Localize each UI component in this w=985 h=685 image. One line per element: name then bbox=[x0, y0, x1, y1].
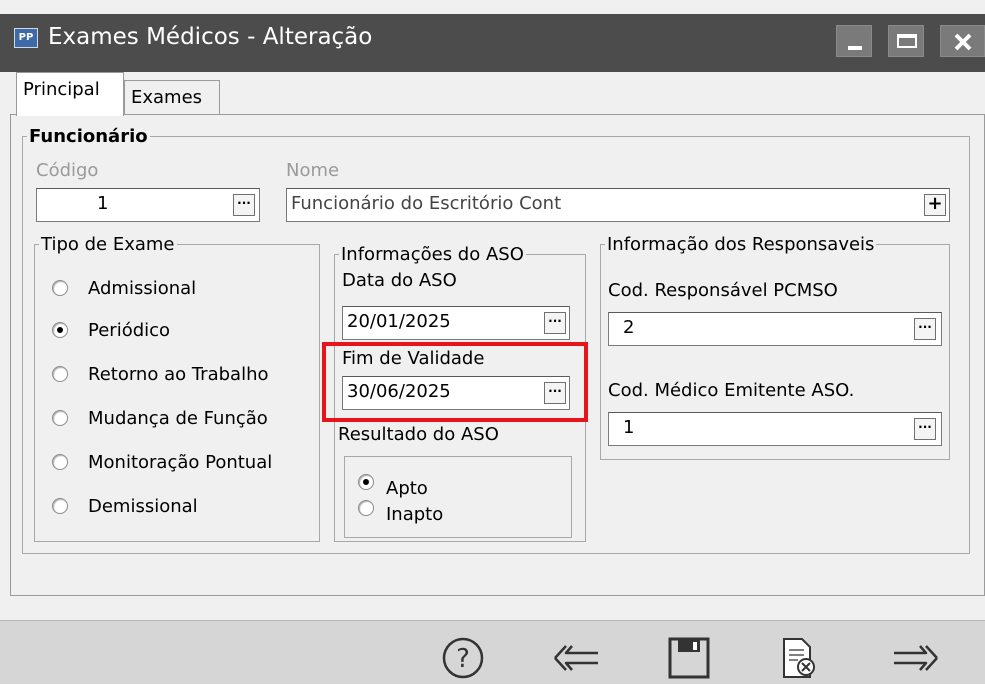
svg-text:?: ? bbox=[456, 644, 470, 674]
radio-apto[interactable] bbox=[358, 474, 374, 490]
medico-field[interactable]: 1 bbox=[608, 412, 942, 446]
label-demissional: Demissional bbox=[88, 496, 198, 517]
close-icon bbox=[954, 33, 972, 51]
bottom-toolbar bbox=[0, 620, 985, 684]
maximize-button[interactable] bbox=[888, 25, 924, 57]
minimize-icon bbox=[848, 46, 862, 50]
codigo-lookup-button[interactable]: ··· bbox=[233, 194, 255, 216]
help-button[interactable]: ? bbox=[440, 636, 488, 680]
cancel-document-icon bbox=[783, 638, 815, 678]
tab-exames[interactable]: Exames bbox=[124, 80, 220, 114]
app-icon: PP bbox=[14, 28, 38, 48]
label-inapto: Inapto bbox=[386, 504, 444, 525]
forward-arrow-icon bbox=[894, 645, 938, 671]
radio-retorno[interactable] bbox=[52, 366, 68, 382]
pcmso-lookup-button[interactable]: ··· bbox=[914, 318, 936, 340]
medico-label: Cod. Médico Emitente ASO. bbox=[608, 380, 855, 401]
aso-legend: Informações do ASO bbox=[341, 244, 524, 265]
maximize-icon bbox=[897, 34, 917, 48]
radio-inapto[interactable] bbox=[358, 500, 374, 516]
forward-button[interactable] bbox=[892, 636, 940, 680]
label-periodico: Periódico bbox=[88, 320, 171, 341]
highlight-box bbox=[322, 342, 588, 422]
data-aso-field[interactable]: 20/01/2025 bbox=[342, 306, 570, 340]
nome-label: Nome bbox=[286, 160, 340, 181]
pcmso-label: Cod. Responsável PCMSO bbox=[608, 280, 838, 301]
codigo-label: Código bbox=[36, 160, 99, 181]
label-admissional: Admissional bbox=[88, 278, 197, 299]
label-monitoracao: Monitoração Pontual bbox=[88, 452, 273, 473]
nome-add-button[interactable]: + bbox=[924, 194, 946, 216]
data-aso-lookup-button[interactable]: ··· bbox=[544, 312, 566, 334]
close-button[interactable] bbox=[940, 25, 985, 57]
radio-admissional[interactable] bbox=[52, 280, 68, 296]
tab-principal[interactable]: Principal bbox=[16, 72, 124, 116]
help-icon: ? bbox=[442, 637, 484, 679]
responsaveis-legend: Informação dos Responsaveis bbox=[607, 234, 875, 255]
radio-demissional[interactable] bbox=[52, 498, 68, 514]
radio-monitoracao[interactable] bbox=[52, 454, 68, 470]
funcionario-legend: Funcionário bbox=[29, 126, 148, 147]
nome-field[interactable]: Funcionário do Escritório Cont bbox=[286, 188, 950, 222]
save-icon bbox=[668, 637, 710, 679]
label-retorno: Retorno ao Trabalho bbox=[88, 364, 269, 385]
tipo-exame-legend: Tipo de Exame bbox=[41, 234, 175, 255]
cancel-button[interactable] bbox=[776, 636, 824, 680]
resultado-aso-label: Resultado do ASO bbox=[338, 424, 499, 445]
label-mudanca: Mudança de Função bbox=[88, 408, 268, 429]
back-arrow-icon bbox=[554, 645, 598, 671]
resultado-group bbox=[344, 456, 572, 538]
save-button[interactable] bbox=[666, 636, 714, 680]
radio-mudanca[interactable] bbox=[52, 410, 68, 426]
data-aso-label: Data do ASO bbox=[342, 270, 457, 291]
label-apto: Apto bbox=[386, 478, 428, 499]
medico-lookup-button[interactable]: ··· bbox=[914, 418, 936, 440]
pcmso-field[interactable]: 2 bbox=[608, 312, 942, 346]
codigo-field[interactable]: 1 bbox=[36, 188, 260, 222]
radio-periodico[interactable] bbox=[52, 322, 68, 338]
window-title: Exames Médicos - Alteração bbox=[48, 24, 373, 50]
back-button[interactable] bbox=[552, 636, 600, 680]
minimize-button[interactable] bbox=[836, 25, 872, 57]
